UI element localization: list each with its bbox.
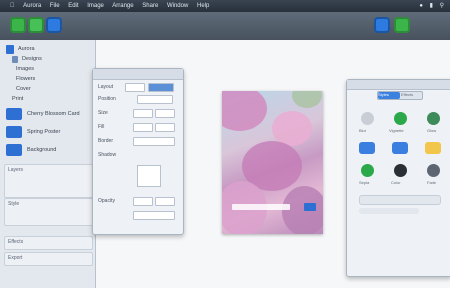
menu-item-help[interactable]: Help xyxy=(197,3,209,9)
layers-panel: Layers xyxy=(4,164,93,198)
preset-row[interactable] xyxy=(359,208,419,214)
tree-item[interactable]: Aurora xyxy=(6,44,42,54)
layout-field[interactable] xyxy=(125,83,145,92)
sidebar: Aurora Designs Images Flowers Cover Prin… xyxy=(0,40,96,288)
inspector-panel: Layout Position Size Fill Border Shadow … xyxy=(92,68,184,235)
height-field[interactable] xyxy=(155,109,175,118)
opacity-field[interactable] xyxy=(133,197,153,206)
effect-icon[interactable] xyxy=(427,164,440,177)
cherry-blossom-photo[interactable] xyxy=(222,91,323,234)
border-field[interactable] xyxy=(133,137,175,146)
menu-item-arrange[interactable]: Arrange xyxy=(112,3,133,9)
effects-library-panel: Styles Effects Blur Vignette Glow Sepia … xyxy=(346,79,450,277)
search-icon[interactable]: ⚲ xyxy=(440,3,444,9)
thumbnail-list: Cherry Blossom Card Spring Poster Backgr… xyxy=(6,104,80,160)
apple-icon[interactable]:  xyxy=(10,3,15,9)
menu-item-window[interactable]: Window xyxy=(167,3,188,9)
leaf-shape xyxy=(292,91,322,108)
inspector-row: Fill xyxy=(98,124,105,130)
menu-item-app[interactable]: Aurora xyxy=(23,3,41,9)
inspector-header xyxy=(93,69,183,80)
inspector-row: Shadow xyxy=(98,152,117,158)
opacity-stepper[interactable] xyxy=(155,197,175,206)
wifi-icon[interactable]: ● xyxy=(419,3,423,9)
export-icon[interactable] xyxy=(28,17,44,33)
inspector-row: Position xyxy=(98,96,116,102)
caption-placeholder xyxy=(232,204,290,210)
inspector-row: Layout xyxy=(98,84,114,90)
inspector-row: Size xyxy=(98,110,108,116)
tree-item[interactable]: Designs xyxy=(6,54,42,64)
vignette-icon[interactable] xyxy=(394,112,407,125)
menu-items:  Aurora File Edit Image Arrange Share W… xyxy=(10,0,216,12)
thumbnail-item[interactable]: Background xyxy=(6,142,80,158)
battery-icon[interactable]: ▮ xyxy=(430,3,433,9)
glow-icon[interactable] xyxy=(427,112,440,125)
app-window:  Aurora File Edit Image Arrange Share W… xyxy=(0,0,450,288)
tree-item[interactable]: Images xyxy=(6,64,42,74)
image-thumbnail xyxy=(6,108,22,120)
shadow-preview[interactable] xyxy=(137,165,161,187)
sepia-icon[interactable] xyxy=(359,142,375,154)
document-icon xyxy=(6,44,14,54)
menu-item-image[interactable]: Image xyxy=(87,3,104,9)
import-icon[interactable] xyxy=(46,17,62,33)
effect-icon[interactable] xyxy=(361,164,374,177)
selection-badge[interactable] xyxy=(304,203,316,211)
thumbnail-item[interactable]: Spring Poster xyxy=(6,124,80,140)
fade-icon[interactable] xyxy=(425,142,441,154)
share-icon[interactable] xyxy=(10,17,26,33)
panel-header xyxy=(347,80,450,90)
width-field[interactable] xyxy=(133,109,153,118)
thumbnail-item[interactable]: Cherry Blossom Card xyxy=(6,106,80,122)
export-panel[interactable]: Export xyxy=(4,252,93,266)
fill-color-field[interactable] xyxy=(155,123,175,132)
tree-item[interactable]: Print xyxy=(6,94,42,104)
preset-row[interactable] xyxy=(359,195,441,205)
menu-bar:  Aurora File Edit Image Arrange Share W… xyxy=(0,0,450,12)
folder-icon xyxy=(12,55,18,63)
file-tree: Aurora Designs Images Flowers Cover Prin… xyxy=(6,44,42,104)
blossom-shape xyxy=(222,91,267,131)
effect-icon[interactable] xyxy=(394,164,407,177)
effects-panel[interactable]: Effects xyxy=(4,236,93,250)
blossom-shape xyxy=(282,186,323,234)
image-thumbnail xyxy=(6,126,22,138)
image-thumbnail xyxy=(6,144,22,156)
color-icon[interactable] xyxy=(392,142,408,154)
menu-item-file[interactable]: File xyxy=(50,3,60,9)
settings-icon[interactable] xyxy=(394,17,410,33)
menu-item-edit[interactable]: Edit xyxy=(68,3,78,9)
layout-select[interactable] xyxy=(148,83,174,92)
fill-field[interactable] xyxy=(133,123,153,132)
status-icons: ● ▮ ⚲ xyxy=(414,0,444,12)
position-field[interactable] xyxy=(137,95,173,104)
style-panel: Style xyxy=(4,198,93,226)
toolbar xyxy=(0,12,450,41)
menu-item-share[interactable]: Share xyxy=(142,3,158,9)
inspector-row: Opacity xyxy=(98,198,115,204)
tree-item[interactable]: Cover xyxy=(6,84,42,94)
tree-item[interactable]: Flowers xyxy=(6,74,42,84)
inspector-row: Border xyxy=(98,138,114,144)
preview-icon[interactable] xyxy=(374,17,390,33)
blur-icon[interactable] xyxy=(361,112,374,125)
blend-select[interactable] xyxy=(133,211,175,220)
